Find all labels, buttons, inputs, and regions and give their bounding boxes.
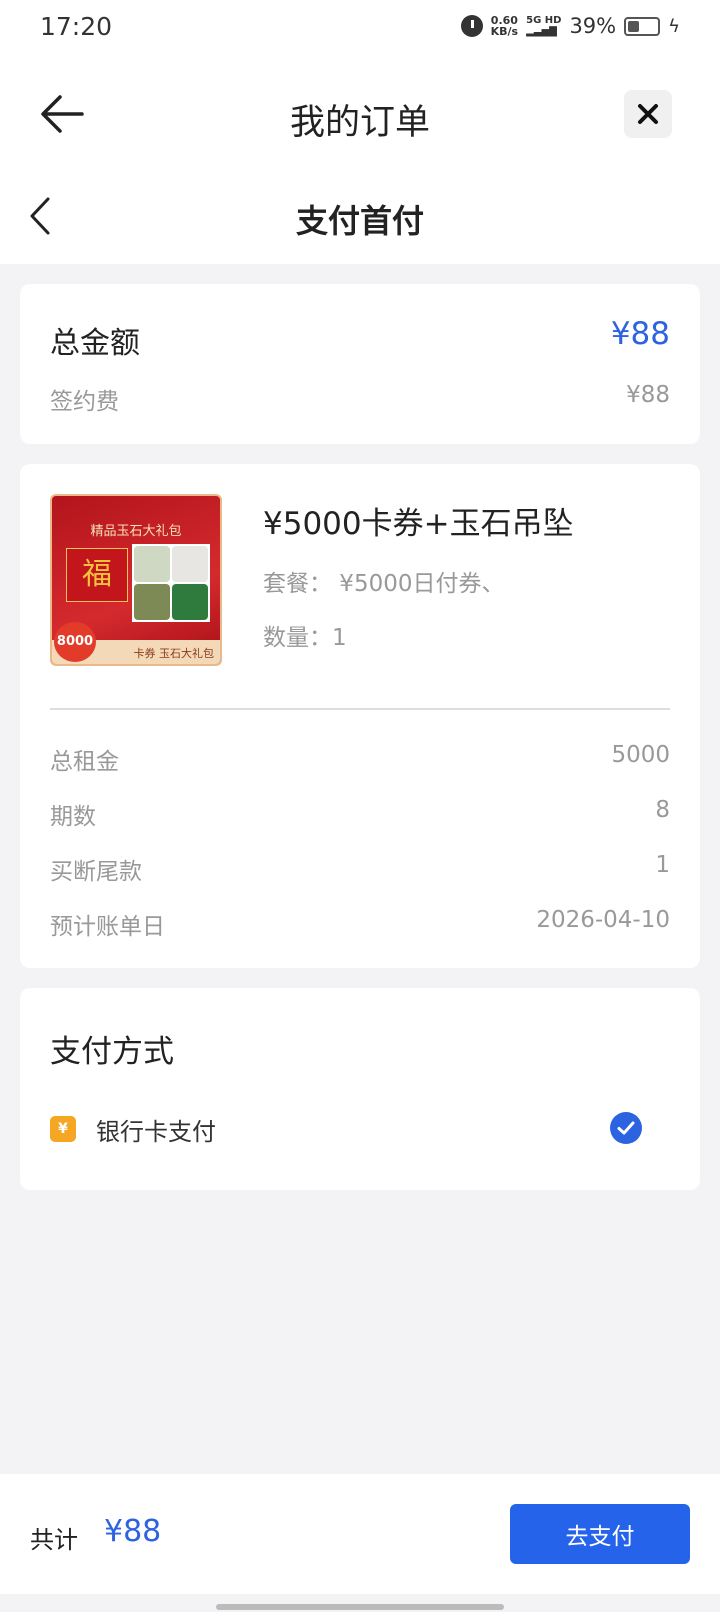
signing-fee-label: 签约费 <box>50 389 119 415</box>
status-time: 17:20 <box>40 12 113 41</box>
sum-label: 共计 <box>30 1526 78 1554</box>
payment-method-card: 支付方式 ¥ 银行卡支付 <box>20 988 700 1190</box>
product-package: 套餐： ¥5000日付券、 <box>263 571 505 597</box>
product-image-jades <box>132 544 210 622</box>
product-quantity: 数量：1 <box>263 625 347 651</box>
detail-value: 1 <box>655 852 670 878</box>
divider <box>50 708 670 710</box>
detail-row-total-rent: 总租金 5000 <box>50 742 670 775</box>
product-image-banner: 精品玉石大礼包 <box>90 524 182 539</box>
battery-percent: 39% <box>569 14 617 38</box>
product-card: 精品玉石大礼包 福 卡券 玉石大礼包 8000 ¥5000卡券+玉石吊坠 套餐：… <box>20 464 700 968</box>
payment-title: 支付方式 <box>50 1034 174 1070</box>
total-value: ¥88 <box>610 316 670 352</box>
page-header: 支付首付 <box>0 176 720 264</box>
nav-title: 我的订单 <box>289 103 430 143</box>
detail-label: 买断尾款 <box>50 859 142 885</box>
detail-value: 2026-04-10 <box>536 907 670 933</box>
net-speed: 0.60 KB/s <box>491 15 518 37</box>
status-bar: 17:20 0.60 KB/s 5G HD ▂▃▅▇ 39% ϟ <box>0 0 720 56</box>
product-image-fu: 福 <box>66 548 128 602</box>
signal-icon: 5G HD ▂▃▅▇ <box>526 15 561 37</box>
product-image: 精品玉石大礼包 福 卡券 玉石大礼包 8000 <box>50 494 222 666</box>
product-image-footer-text: 卡券 玉石大礼包 <box>133 647 215 660</box>
bank-card-label: 银行卡支付 <box>96 1118 216 1146</box>
close-icon <box>638 104 658 124</box>
top-navigation: 我的订单 <box>0 56 720 176</box>
checkmark-icon[interactable] <box>610 1112 642 1144</box>
net-speed-unit: KB/s <box>490 25 519 38</box>
detail-label: 预计账单日 <box>50 914 165 940</box>
checkout-bar: 共计 ¥88 去支付 <box>0 1474 720 1594</box>
detail-label: 期数 <box>50 804 96 830</box>
status-indicators: 0.60 KB/s 5G HD ▂▃▅▇ 39% ϟ <box>460 14 680 38</box>
detail-row-bill-date: 预计账单日 2026-04-10 <box>50 907 670 940</box>
product-image-badge: 8000 <box>54 622 96 662</box>
battery-fill <box>628 20 640 32</box>
product-name: ¥5000卡券+玉石吊坠 <box>263 506 574 542</box>
charging-icon: ϟ <box>668 15 680 37</box>
total-label: 总金额 <box>50 326 140 361</box>
signal-label: 5G HD <box>526 15 562 26</box>
signing-fee-value: ¥88 <box>626 382 670 408</box>
battery-icon <box>624 16 661 36</box>
sum-value: ¥88 <box>104 1514 162 1549</box>
detail-row-periods: 期数 8 <box>50 797 670 830</box>
detail-label: 总租金 <box>50 749 119 775</box>
pay-button[interactable]: 去支付 <box>510 1504 690 1564</box>
bank-card-icon: ¥ <box>50 1116 76 1142</box>
alarm-icon <box>460 15 483 37</box>
close-button[interactable] <box>624 90 672 138</box>
detail-value: 8 <box>655 797 670 823</box>
detail-value: 5000 <box>611 742 670 768</box>
page-title: 支付首付 <box>295 202 424 240</box>
total-amount-card: 总金额 ¥88 签约费 ¥88 <box>20 284 700 444</box>
signal-bars-icon: ▂▃▅▇ <box>526 26 557 37</box>
detail-row-buyout: 买断尾款 1 <box>50 852 670 885</box>
home-indicator[interactable] <box>216 1604 504 1610</box>
